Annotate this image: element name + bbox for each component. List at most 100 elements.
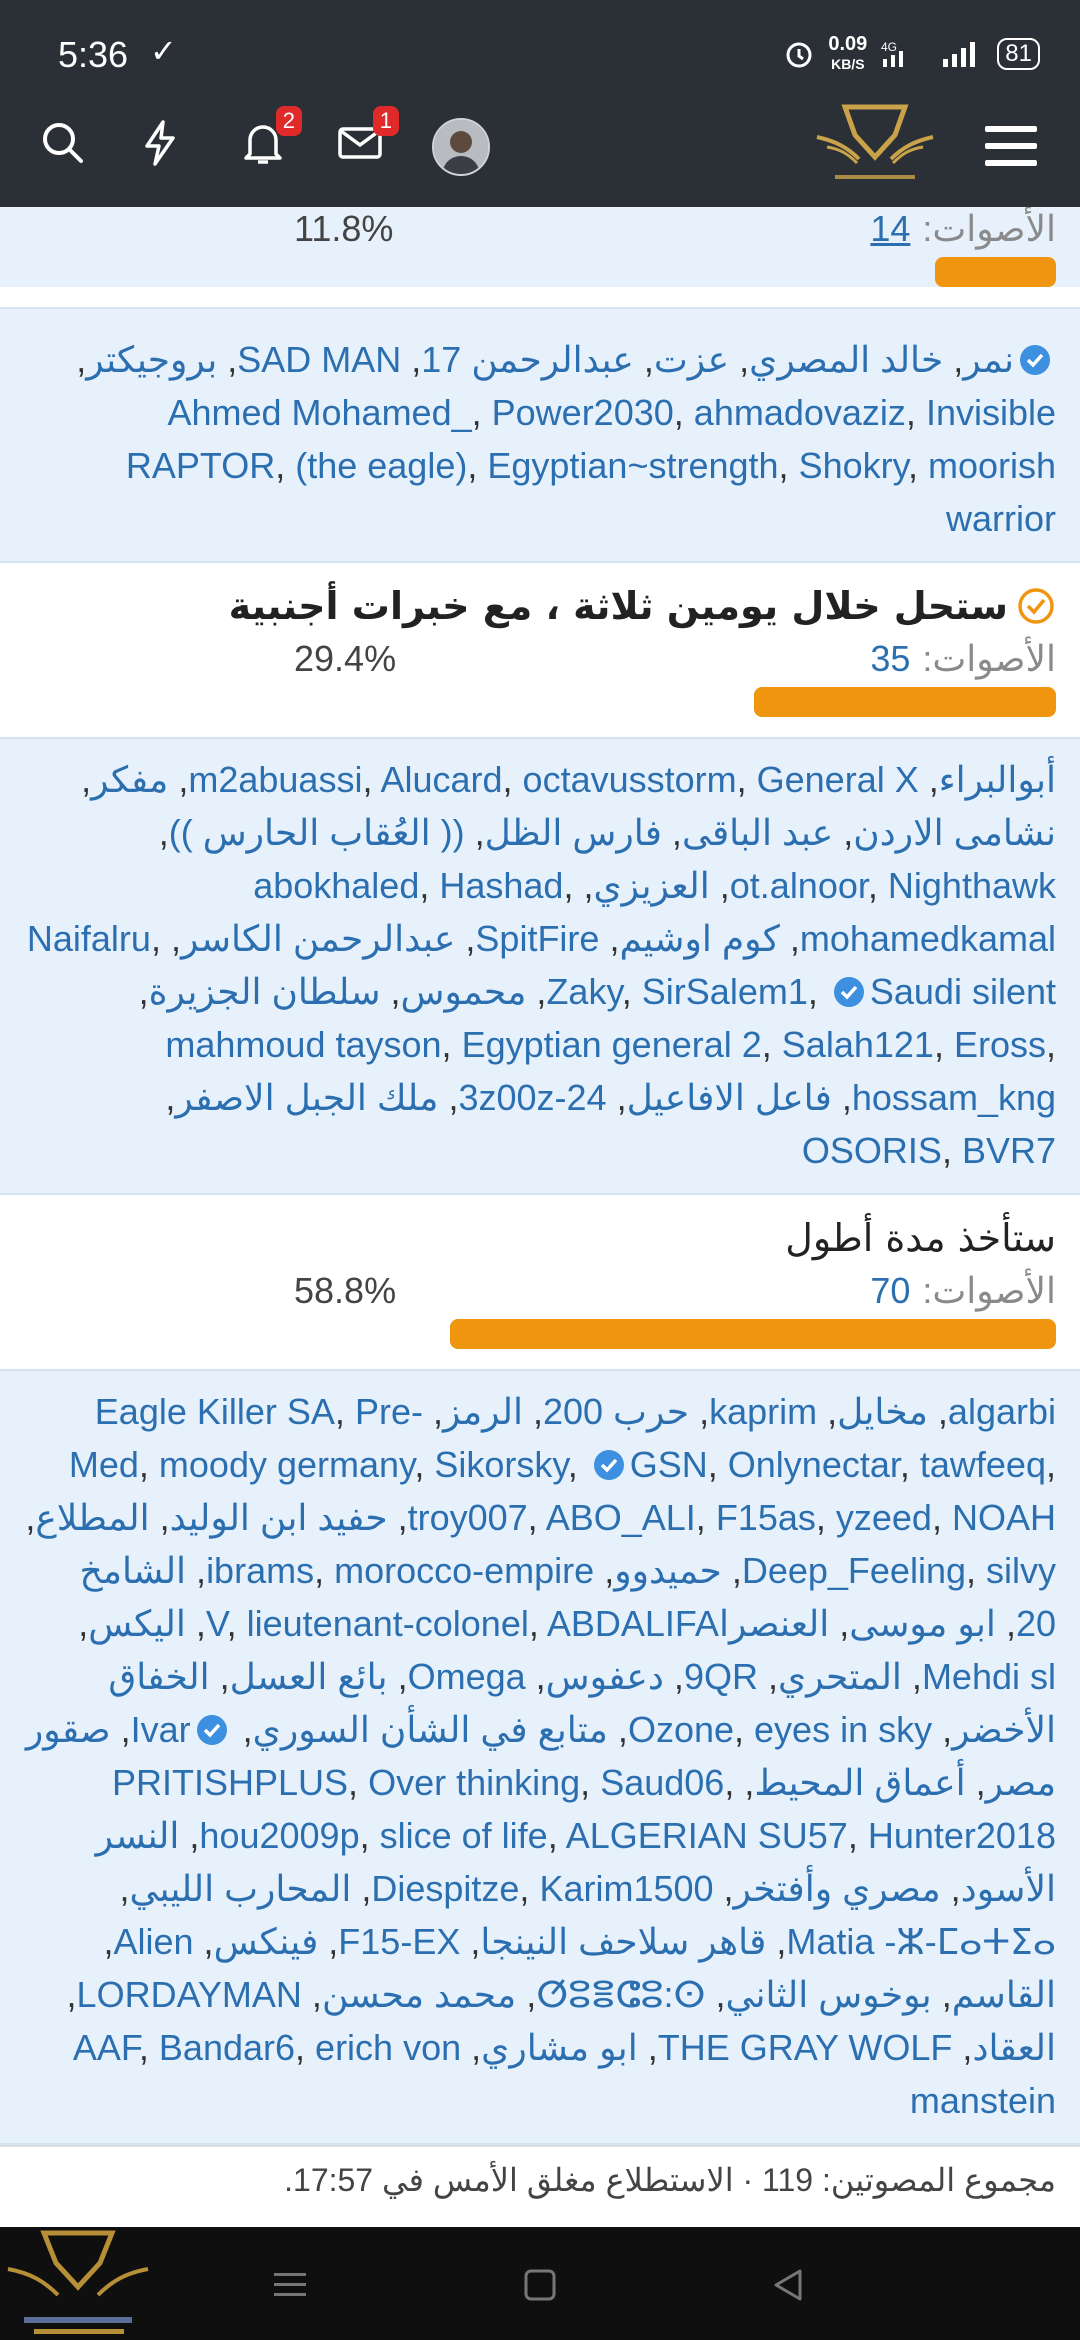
voter-link[interactable]: Egyptian~strength (487, 445, 778, 486)
voter-link[interactable]: Zaky (546, 971, 621, 1012)
voter-link[interactable]: أعماق المحيط (754, 1762, 965, 1803)
voter-link[interactable]: الرمز (443, 1391, 523, 1432)
voter-link[interactable]: General X (757, 759, 919, 800)
voter-link[interactable]: ملك الجبل الاصفر (175, 1077, 438, 1118)
voter-link[interactable]: ابو مشاري (481, 2027, 638, 2068)
voter-link[interactable]: Eagle Killer SA (95, 1391, 335, 1432)
voter-link[interactable]: المطلاع (35, 1497, 149, 1538)
voter-link[interactable]: مصري وأفتخر (734, 1868, 941, 1909)
voter-link[interactable]: بروجيكتر (86, 339, 217, 380)
voter-link[interactable]: كوم اوشيم (619, 918, 779, 959)
vote-count-link[interactable]: 14 (870, 207, 910, 255)
voter-link[interactable]: Alien (113, 1921, 193, 1962)
voter-link[interactable]: حميدوو (614, 1550, 722, 1591)
voter-link[interactable]: PRITISHPLUS (112, 1762, 348, 1803)
voter-link[interactable]: Bandar6 (159, 2027, 295, 2068)
voter-link[interactable]: Alucard (380, 759, 502, 800)
voter-link[interactable]: hossam_kng (852, 1077, 1056, 1118)
voter-link[interactable]: F15as (716, 1497, 816, 1538)
voter-link[interactable]: Omega (408, 1656, 526, 1697)
voter-link[interactable]: NOAH (952, 1497, 1056, 1538)
vote-count-link[interactable]: 35 (870, 633, 910, 685)
voter-link[interactable]: عزت (654, 339, 729, 380)
voter-link[interactable]: AAF (73, 2027, 139, 2068)
voter-link[interactable]: Matia -ⵣ-ⵎⴰⵜⵉⴰ (786, 1921, 1056, 1962)
voter-link[interactable]: Naifalru (27, 918, 151, 959)
voter-link[interactable]: Sikorsky (434, 1444, 567, 1485)
voter-link[interactable]: GSN (630, 1444, 708, 1485)
voter-link[interactable]: ABDALIFA (547, 1603, 719, 1644)
voter-link[interactable]: slice of life (380, 1815, 548, 1856)
voter-link[interactable]: بائع العسل (230, 1656, 388, 1697)
voter-link[interactable]: Egyptian general 2 (462, 1024, 762, 1065)
voter-link[interactable]: محموس (401, 971, 527, 1012)
voter-link[interactable]: tawfeeq (920, 1444, 1046, 1485)
voter-link[interactable]: OSORIS (802, 1130, 942, 1171)
voter-link[interactable]: حرب 200 (543, 1391, 689, 1432)
voter-link[interactable]: دعفوس (546, 1656, 664, 1697)
voter-link[interactable]: حفيد ابن الوليد (170, 1497, 388, 1538)
voter-link[interactable]: Ahmed Mohamed_ (167, 392, 471, 433)
voter-link[interactable]: Ivar (131, 1709, 191, 1750)
voter-link[interactable]: نمر (963, 339, 1014, 380)
voter-link[interactable]: العزيزي (593, 865, 709, 906)
voter-link[interactable]: فينكس (214, 1921, 319, 1962)
voter-link[interactable]: moody germany (159, 1444, 414, 1485)
voter-link[interactable]: Deep_Feeling (742, 1550, 966, 1591)
back-icon[interactable] (768, 2267, 808, 2303)
voter-link[interactable]: F15-EX (338, 1921, 460, 1962)
voter-link[interactable]: Mehdi sl (922, 1656, 1056, 1697)
voter-link[interactable]: سلطان الجزيرة (149, 971, 381, 1012)
voter-link[interactable]: مخايل (837, 1391, 928, 1432)
voter-link[interactable]: Karim1500 (539, 1868, 713, 1909)
voter-link[interactable]: قاهر سلاحف النينجا (480, 1921, 766, 1962)
voter-link[interactable]: 3z00z-24 (458, 1077, 606, 1118)
notifications-button[interactable]: 2 (238, 106, 302, 168)
voter-link[interactable]: بوخوس الثاني (725, 1974, 931, 2015)
voter-link[interactable]: مفكر (91, 759, 168, 800)
voter-link[interactable]: morocco-empire (334, 1550, 594, 1591)
voter-link[interactable]: mahmoud tayson (165, 1024, 441, 1065)
voter-link[interactable]: خالد المصري (749, 339, 943, 380)
voter-link[interactable]: Eross (954, 1024, 1046, 1065)
voter-link[interactable]: SAD MAN (237, 339, 401, 380)
voter-link[interactable]: silvy (986, 1550, 1056, 1591)
voter-link[interactable]: Hashad (439, 865, 563, 906)
home-icon[interactable] (520, 2267, 560, 2303)
avatar[interactable] (432, 118, 490, 176)
voter-link[interactable]: Over thinking (368, 1762, 580, 1803)
forum-logo[interactable] (815, 97, 935, 192)
voter-link[interactable]: ابو موسى (849, 1603, 996, 1644)
voter-link[interactable]: ⵚⵓⴻⵛⵓ:ⵙ (536, 1974, 705, 2015)
voter-link[interactable]: Onlynectar (728, 1444, 900, 1485)
voter-link[interactable]: المحارب الليبي (129, 1868, 351, 1909)
voter-link[interactable]: (( العُقاب الحارس )) (169, 812, 465, 853)
voter-link[interactable]: أبوالبراء (939, 759, 1056, 800)
vote-count-link[interactable]: 70 (870, 1265, 910, 1317)
voter-link[interactable]: Shokry (799, 445, 908, 486)
voter-link[interactable]: Salah121 (782, 1024, 934, 1065)
voter-link[interactable]: عبدالرحمن 17 (421, 339, 634, 380)
voter-link[interactable]: lieutenant-colonel (247, 1603, 529, 1644)
voter-link[interactable]: ibrams (206, 1550, 314, 1591)
lightning-icon[interactable] (135, 118, 185, 168)
voter-link[interactable]: (the eagle) (295, 445, 467, 486)
voter-link[interactable]: SirSalem1 (642, 971, 808, 1012)
voter-link[interactable]: القاسم (952, 1974, 1056, 2015)
voter-link[interactable]: yzeed (836, 1497, 932, 1538)
voter-link[interactable]: 9QR (684, 1656, 758, 1697)
voter-link[interactable]: m2abuassi (188, 759, 362, 800)
voter-link[interactable]: troy007 (408, 1497, 528, 1538)
voter-link[interactable]: متابع في الشأن السوري (253, 1709, 608, 1750)
voter-link[interactable]: ALGERIAN SU57 (566, 1815, 848, 1856)
voter-link[interactable]: العقاد (972, 2027, 1056, 2068)
voter-link[interactable]: عبد الباقى (682, 812, 833, 853)
voter-link[interactable]: فارس الظل (485, 812, 662, 853)
voter-link[interactable]: LORDAYMAN (77, 1974, 302, 2015)
voter-link[interactable]: نشامى الاردن (853, 812, 1056, 853)
voter-link[interactable]: ahmadovaziz (694, 392, 906, 433)
voter-link[interactable]: THE GRAY WOLF (658, 2027, 953, 2068)
voter-link[interactable]: Nighthawk (888, 865, 1056, 906)
voter-link[interactable]: Ozone (628, 1709, 734, 1750)
voter-link[interactable]: algarbi (948, 1391, 1056, 1432)
